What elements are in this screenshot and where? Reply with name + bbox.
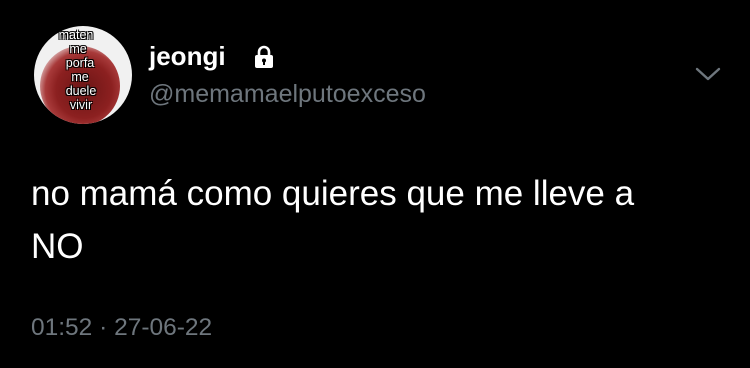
avatar-caption-line: porfa (65, 56, 95, 70)
lock-icon (255, 45, 273, 68)
avatar-caption: maten me porfa me duele vivir (34, 26, 132, 112)
display-name[interactable]: jeongi (149, 41, 226, 71)
chevron-down-icon[interactable] (693, 62, 723, 86)
avatar-caption-line: me (71, 70, 89, 84)
avatar-caption-line: maten (58, 28, 94, 42)
avatar-caption-line: me (69, 42, 87, 56)
avatar-caption-line: vivir (69, 98, 93, 112)
avatar[interactable]: maten me porfa me duele vivir (34, 26, 132, 124)
timestamp-separator: · (99, 314, 108, 341)
tweet-text: no mamá como quieres que me lleve a NO (31, 174, 635, 266)
tweet-time: 01:52 (31, 314, 93, 341)
avatar-caption-line: duele (65, 84, 97, 98)
tweet-date: 27-06-22 (114, 314, 213, 341)
user-handle[interactable]: @memamaelputoexceso (149, 79, 426, 109)
tweet-timestamp[interactable]: 01:52 · 27-06-22 (31, 313, 212, 343)
